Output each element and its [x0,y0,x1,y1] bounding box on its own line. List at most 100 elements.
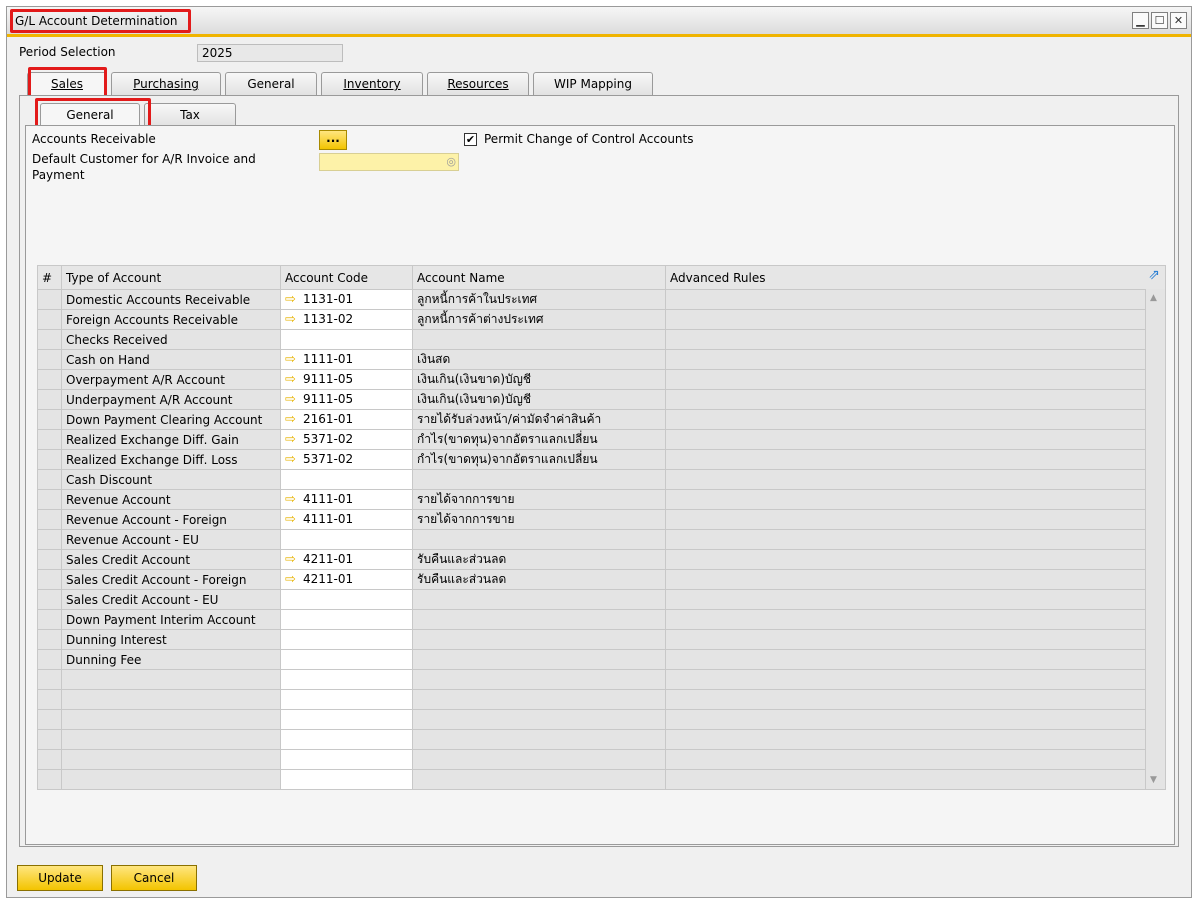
advanced-rules-cell[interactable] [665,469,1166,490]
expand-icon[interactable]: ⇗ [1145,265,1163,285]
advanced-rules-cell[interactable] [665,629,1166,650]
period-selection-field[interactable]: 2025 [197,44,343,62]
table-row[interactable]: Realized Exchange Diff. Gain ⇨ 5371-02 กำไร… [37,429,1166,450]
table-row[interactable] [37,709,1166,730]
account-code-cell[interactable]: ⇨ 2161-01 [280,409,413,430]
advanced-rules-cell[interactable] [665,329,1166,350]
account-code-cell[interactable] [280,609,413,630]
link-arrow-icon[interactable]: ⇨ [285,452,301,467]
account-code-cell[interactable]: ⇨ 4211-01 [280,549,413,570]
advanced-rules-cell[interactable] [665,369,1166,390]
title-bar[interactable]: G/L Account Determination ▁ ☐ ✕ [7,7,1191,37]
table-row[interactable]: Cash on Hand ⇨ 1111-01 เงินสด [37,349,1166,370]
advanced-rules-cell[interactable] [665,769,1166,790]
advanced-rules-cell[interactable] [665,729,1166,750]
advanced-rules-cell[interactable] [665,609,1166,630]
account-code-cell[interactable] [280,649,413,670]
advanced-rules-cell[interactable] [665,749,1166,770]
update-button[interactable]: Update [17,865,103,891]
table-row[interactable]: Sales Credit Account - Foreign ⇨ 4211-01 รั… [37,569,1166,590]
grid-scrollbar[interactable]: ▲ ▼ [1145,289,1165,789]
account-code-cell[interactable] [280,469,413,490]
table-row[interactable] [37,669,1166,690]
account-code-cell[interactable] [280,629,413,650]
link-arrow-icon[interactable]: ⇨ [285,572,301,587]
table-row[interactable]: Revenue Account - EU [37,529,1166,550]
lookup-icon[interactable]: ◎ [446,155,456,168]
account-code-cell[interactable]: ⇨ 5371-02 [280,449,413,470]
link-arrow-icon[interactable]: ⇨ [285,492,301,507]
advanced-rules-cell[interactable] [665,549,1166,570]
minimize-icon[interactable]: ▁ [1132,12,1149,29]
link-arrow-icon[interactable]: ⇨ [285,412,301,427]
maximize-icon[interactable]: ☐ [1151,12,1168,29]
table-row[interactable]: Domestic Accounts Receivable ⇨ 1131-01 ลูกห… [37,289,1166,310]
link-arrow-icon[interactable]: ⇨ [285,432,301,447]
link-arrow-icon[interactable]: ⇨ [285,352,301,367]
table-row[interactable]: Sales Credit Account ⇨ 4211-01 รับคืนและส่ว… [37,549,1166,570]
advanced-rules-cell[interactable] [665,669,1166,690]
table-row[interactable] [37,689,1166,710]
tab-inventory[interactable]: Inventory [321,72,423,95]
subtab-tax[interactable]: Tax [144,103,236,126]
link-arrow-icon[interactable]: ⇨ [285,552,301,567]
advanced-rules-cell[interactable] [665,689,1166,710]
link-arrow-icon[interactable]: ⇨ [285,312,301,327]
advanced-rules-cell[interactable] [665,489,1166,510]
table-row[interactable]: Down Payment Interim Account [37,609,1166,630]
table-row[interactable]: Cash Discount [37,469,1166,490]
advanced-rules-cell[interactable] [665,309,1166,330]
table-row[interactable]: Realized Exchange Diff. Loss ⇨ 5371-02 กำไร… [37,449,1166,470]
advanced-rules-cell[interactable] [665,649,1166,670]
advanced-rules-cell[interactable] [665,389,1166,410]
advanced-rules-cell[interactable] [665,509,1166,530]
tab-resources[interactable]: Resources [427,72,529,95]
account-code-cell[interactable]: ⇨ 1131-02 [280,309,413,330]
link-arrow-icon[interactable]: ⇨ [285,292,301,307]
accounts-receivable-browse-button[interactable]: ... [319,130,347,150]
scroll-up-icon[interactable]: ▲ [1150,293,1157,303]
table-row[interactable] [37,749,1166,770]
account-code-cell[interactable] [280,669,413,690]
account-code-cell[interactable] [280,709,413,730]
advanced-rules-cell[interactable] [665,429,1166,450]
table-row[interactable]: Dunning Fee [37,649,1166,670]
advanced-rules-cell[interactable] [665,529,1166,550]
column-header-name[interactable]: Account Name [412,265,666,290]
table-row[interactable]: Sales Credit Account - EU [37,589,1166,610]
link-arrow-icon[interactable]: ⇨ [285,372,301,387]
table-row[interactable] [37,729,1166,750]
account-code-cell[interactable]: ⇨ 5371-02 [280,429,413,450]
account-code-cell[interactable] [280,749,413,770]
table-row[interactable]: Underpayment A/R Account ⇨ 9111-05 เงินเกิน… [37,389,1166,410]
account-code-cell[interactable]: ⇨ 9111-05 [280,389,413,410]
column-header-code[interactable]: Account Code [280,265,413,290]
tab-wip-mapping[interactable]: WIP Mapping [533,72,653,95]
table-row[interactable]: Revenue Account ⇨ 4111-01 รายได้จากการขาย [37,489,1166,510]
advanced-rules-cell[interactable] [665,289,1166,310]
column-header-type[interactable]: Type of Account [61,265,281,290]
account-code-cell[interactable]: ⇨ 9111-05 [280,369,413,390]
table-row[interactable]: Foreign Accounts Receivable ⇨ 1131-02 ลูกหน… [37,309,1166,330]
cancel-button[interactable]: Cancel [111,865,197,891]
advanced-rules-cell[interactable] [665,349,1166,370]
account-code-cell[interactable]: ⇨ 1131-01 [280,289,413,310]
advanced-rules-cell[interactable] [665,409,1166,430]
account-code-cell[interactable] [280,529,413,550]
advanced-rules-cell[interactable] [665,449,1166,470]
advanced-rules-cell[interactable] [665,569,1166,590]
column-header-number[interactable]: # [37,265,62,290]
tab-purchasing[interactable]: Purchasing [111,72,221,95]
close-icon[interactable]: ✕ [1170,12,1187,29]
advanced-rules-cell[interactable] [665,709,1166,730]
scroll-down-icon[interactable]: ▼ [1150,775,1157,785]
table-row[interactable]: Overpayment A/R Account ⇨ 9111-05 เงินเกิน(… [37,369,1166,390]
table-row[interactable]: Down Payment Clearing Account ⇨ 2161-01 ราย… [37,409,1166,430]
account-code-cell[interactable]: ⇨ 4111-01 [280,489,413,510]
permit-change-checkbox[interactable]: ✔ [464,133,477,146]
account-code-cell[interactable] [280,589,413,610]
table-row[interactable]: Dunning Interest [37,629,1166,650]
account-code-cell[interactable]: ⇨ 1111-01 [280,349,413,370]
account-code-cell[interactable] [280,769,413,790]
column-header-advanced-rules[interactable]: Advanced Rules [665,265,1166,290]
